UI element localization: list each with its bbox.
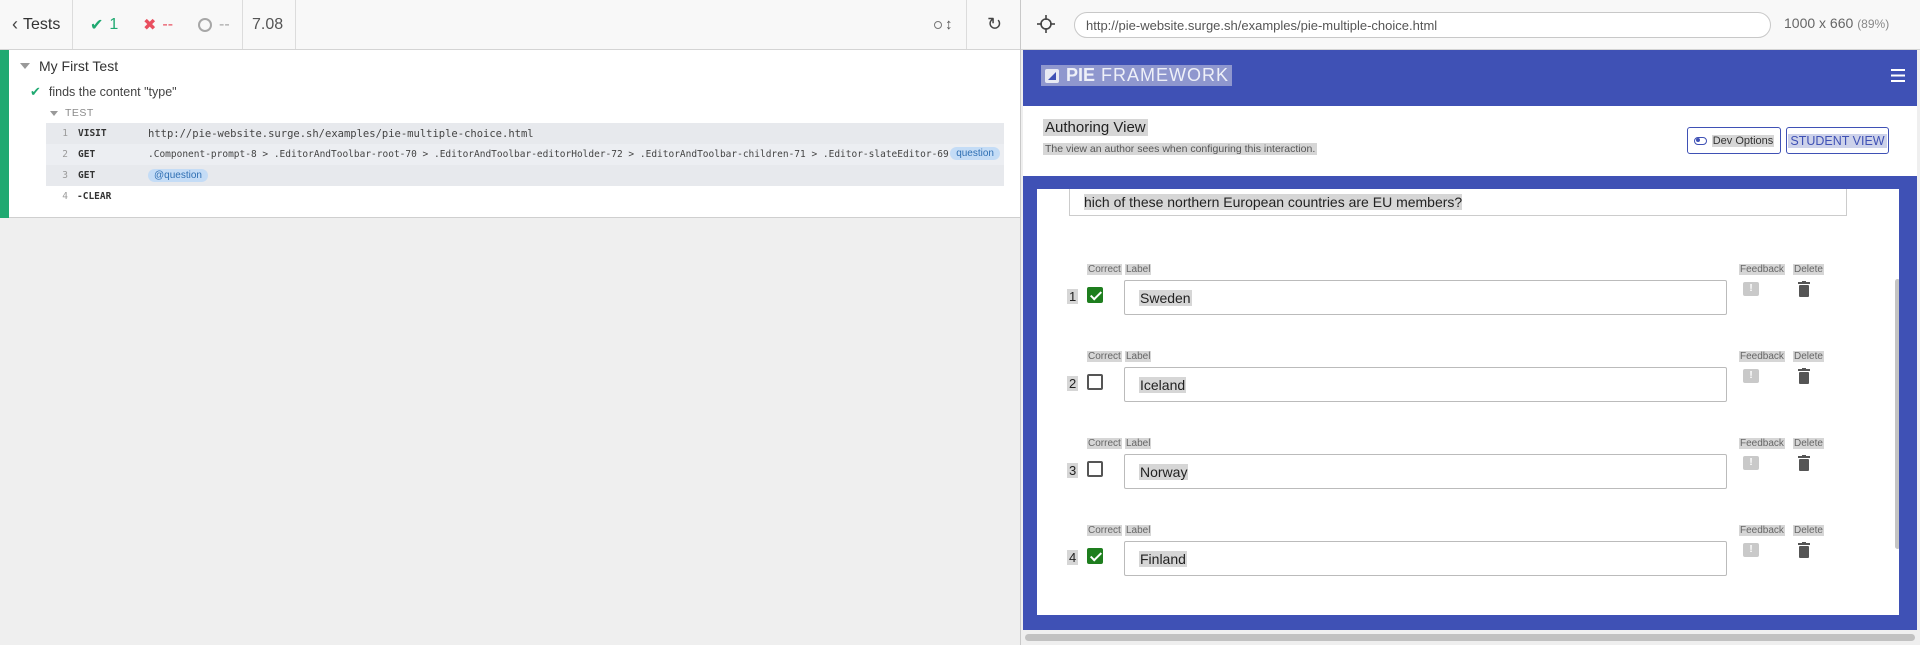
tests-button[interactable]: ‹ Tests bbox=[12, 0, 60, 49]
correct-checkbox[interactable] bbox=[1087, 461, 1103, 477]
chevron-left-icon: ‹ bbox=[12, 14, 18, 34]
label-header: Label bbox=[1125, 264, 1152, 275]
pie-logo-icon bbox=[1045, 68, 1059, 83]
alias-badge: question bbox=[950, 147, 1000, 160]
command-row[interactable]: 3 GET @question bbox=[46, 165, 1004, 186]
correct-header: Correct bbox=[1087, 525, 1122, 536]
menu-icon bbox=[1891, 69, 1905, 82]
choice-number: 1 bbox=[1067, 289, 1079, 304]
circle-icon bbox=[198, 17, 212, 32]
trash-icon bbox=[1798, 542, 1810, 558]
delete-header: Delete bbox=[1793, 351, 1824, 362]
command-row[interactable]: 4 -CLEAR bbox=[46, 186, 1004, 207]
check-icon: ✔ bbox=[30, 84, 41, 99]
auto-scroll-icon: ↕ bbox=[934, 16, 953, 33]
correct-checkbox[interactable] bbox=[1087, 548, 1103, 564]
delete-button[interactable] bbox=[1798, 542, 1810, 563]
app-under-test-panel: http://pie-website.surge.sh/examples/pie… bbox=[1020, 0, 1920, 645]
command-row[interactable]: 2 GET .Component-prompt-8 > .EditorAndTo… bbox=[46, 144, 1004, 165]
reporter-header: ‹ Tests ✔ 1 ✖ -- -- 7.08 ↕ ↻ bbox=[0, 0, 1020, 50]
authoring-title: Authoring View bbox=[1043, 119, 1148, 136]
authoring-view-header: Authoring View The view an author sees w… bbox=[1023, 106, 1917, 176]
test-section-label[interactable]: TEST bbox=[50, 107, 94, 119]
feedback-icon[interactable]: ! bbox=[1743, 456, 1759, 470]
app-bar: PIE FRAMEWORK bbox=[1023, 50, 1917, 106]
delete-button[interactable] bbox=[1798, 455, 1810, 476]
x-icon: ✖ bbox=[143, 16, 157, 34]
feedback-header: Feedback bbox=[1739, 264, 1785, 275]
command-row[interactable]: 1 VISIT http://pie-website.surge.sh/exam… bbox=[46, 123, 1004, 144]
delete-header: Delete bbox=[1793, 264, 1824, 275]
choice-label-input[interactable]: Iceland bbox=[1124, 367, 1727, 402]
pie-logo[interactable]: PIE FRAMEWORK bbox=[1041, 65, 1233, 86]
tests-label: Tests bbox=[23, 15, 61, 33]
check-icon: ✔ bbox=[90, 16, 104, 34]
viewport-info: 1000 x 660 (89%) bbox=[1784, 15, 1890, 31]
correct-header: Correct bbox=[1087, 438, 1122, 449]
multiple-choice-editor: hich of these northern European countrie… bbox=[1037, 189, 1899, 615]
selector-playground-button[interactable] bbox=[1037, 15, 1055, 33]
delete-header: Delete bbox=[1793, 438, 1824, 449]
passed-count: ✔ 1 bbox=[90, 15, 119, 34]
scrollbar-thumb[interactable] bbox=[1025, 634, 1915, 641]
dev-options-button[interactable]: Dev Options bbox=[1687, 127, 1781, 154]
crosshair-icon bbox=[1037, 15, 1055, 33]
failed-count: ✖ -- bbox=[143, 15, 174, 34]
delete-button[interactable] bbox=[1798, 368, 1810, 389]
choice-row: Correct Label Feedback Delete 4 Finland … bbox=[1067, 525, 1867, 585]
pass-indicator bbox=[0, 50, 9, 218]
test-reporter: ‹ Tests ✔ 1 ✖ -- -- 7.08 ↕ ↻ My First Te… bbox=[0, 0, 1020, 645]
duration: 7.08 bbox=[252, 15, 284, 33]
authoring-subtitle: The view an author sees when configuring… bbox=[1043, 143, 1318, 155]
aut-header: http://pie-website.surge.sh/examples/pie… bbox=[1021, 0, 1920, 50]
command-log: 1 VISIT http://pie-website.surge.sh/exam… bbox=[46, 123, 1004, 207]
correct-header: Correct bbox=[1087, 351, 1122, 362]
choice-row: Correct Label Feedback Delete 2 Iceland … bbox=[1067, 351, 1867, 411]
choice-number: 3 bbox=[1067, 463, 1079, 478]
choice-label-input[interactable]: Finland bbox=[1124, 541, 1727, 576]
delete-button[interactable] bbox=[1798, 281, 1810, 302]
pending-count: -- bbox=[198, 0, 230, 49]
trash-icon bbox=[1798, 455, 1810, 471]
feedback-icon[interactable]: ! bbox=[1743, 282, 1759, 296]
feedback-header: Feedback bbox=[1739, 351, 1785, 362]
feedback-icon[interactable]: ! bbox=[1743, 543, 1759, 557]
correct-header: Correct bbox=[1087, 264, 1122, 275]
horizontal-scrollbar[interactable] bbox=[1021, 630, 1920, 645]
hamburger-menu-button[interactable] bbox=[1891, 69, 1905, 87]
student-view-button[interactable]: STUDENT VIEW bbox=[1786, 127, 1889, 154]
rerun-button[interactable]: ↻ bbox=[987, 0, 1002, 49]
auto-scroll-toggle[interactable]: ↕ bbox=[934, 0, 953, 49]
alias-badge: @question bbox=[148, 169, 208, 182]
choice-row: Correct Label Feedback Delete 1 Sweden ! bbox=[1067, 264, 1867, 324]
delete-header: Delete bbox=[1793, 525, 1824, 536]
prompt-editor[interactable]: hich of these northern European countrie… bbox=[1069, 189, 1847, 216]
choice-number: 4 bbox=[1067, 550, 1079, 565]
feedback-header: Feedback bbox=[1739, 525, 1785, 536]
correct-checkbox[interactable] bbox=[1087, 287, 1103, 303]
choice-label-input[interactable]: Sweden bbox=[1124, 280, 1727, 315]
suite-title[interactable]: My First Test bbox=[20, 55, 118, 77]
choice-label-input[interactable]: Norway bbox=[1124, 454, 1727, 489]
correct-checkbox[interactable] bbox=[1087, 374, 1103, 390]
trash-icon bbox=[1798, 281, 1810, 297]
choice-row: Correct Label Feedback Delete 3 Norway ! bbox=[1067, 438, 1867, 498]
label-header: Label bbox=[1125, 351, 1152, 362]
toggle-icon bbox=[1693, 136, 1707, 145]
feedback-icon[interactable]: ! bbox=[1743, 369, 1759, 383]
feedback-header: Feedback bbox=[1739, 438, 1785, 449]
vertical-scrollbar[interactable] bbox=[1895, 279, 1899, 549]
refresh-icon: ↻ bbox=[987, 14, 1003, 34]
caret-down-icon bbox=[50, 110, 58, 116]
test-runnable: My First Test ✔ finds the content "type"… bbox=[0, 50, 1020, 218]
caret-down-icon bbox=[20, 63, 30, 69]
trash-icon bbox=[1798, 368, 1810, 384]
choice-number: 2 bbox=[1067, 376, 1079, 391]
app-iframe: PIE FRAMEWORK Authoring View The view an… bbox=[1023, 50, 1917, 630]
label-header: Label bbox=[1125, 438, 1152, 449]
url-bar[interactable]: http://pie-website.surge.sh/examples/pie… bbox=[1074, 12, 1771, 38]
test-title[interactable]: ✔ finds the content "type" bbox=[30, 82, 177, 102]
label-header: Label bbox=[1125, 525, 1152, 536]
